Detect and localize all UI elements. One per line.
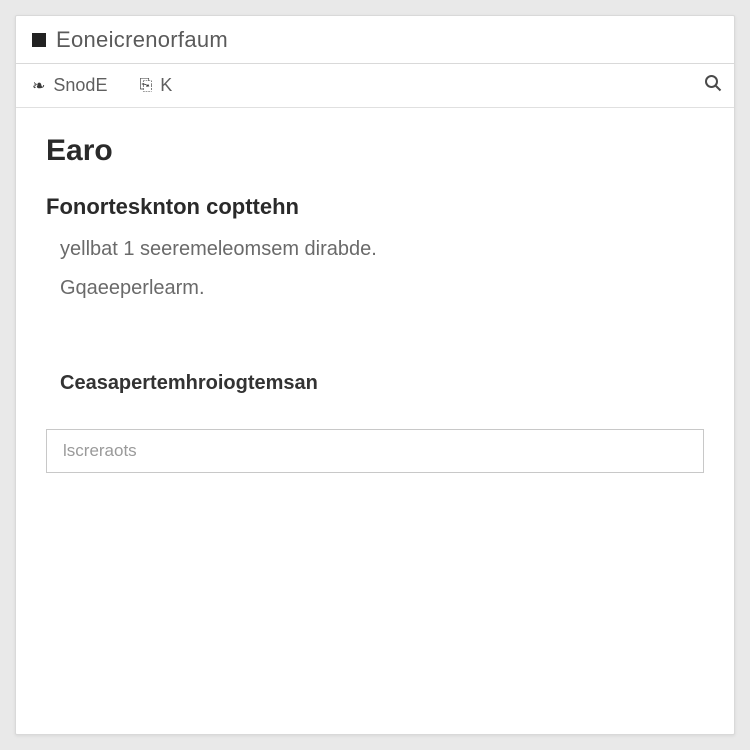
tree-icon: ❧ — [32, 76, 45, 96]
toolbar-item-label: SnodE — [53, 75, 107, 96]
page-title: Earo — [46, 134, 704, 168]
titlebar: Eoneicrenorfaum — [16, 16, 734, 64]
window-title: Eoneicrenorfaum — [56, 27, 228, 53]
body-text-1: yellbat 1 seeremeleomsem dirabde. — [60, 238, 704, 261]
main-input[interactable] — [46, 429, 704, 473]
content-pane: Earo Fonortesknton copttehn yellbat 1 se… — [16, 108, 734, 734]
window-icon — [32, 33, 46, 47]
toolbar-item-label: K — [160, 75, 172, 96]
bookmark-icon: ⎘ — [139, 77, 152, 95]
search-icon[interactable] — [704, 74, 722, 98]
field-label: Ceasapertemhroiogtemsan — [60, 372, 704, 395]
toolbar: ❧ SnodE ⎘ K — [16, 64, 734, 108]
app-window: Eoneicrenorfaum ❧ SnodE ⎘ K Earo Fonorte… — [15, 15, 735, 735]
section-heading: Fonortesknton copttehn — [46, 194, 704, 220]
body-text-2: Gqaeeperlearm. — [60, 277, 704, 300]
toolbar-item-k[interactable]: ⎘ K — [135, 71, 176, 100]
toolbar-item-snode[interactable]: ❧ SnodE — [28, 71, 111, 100]
